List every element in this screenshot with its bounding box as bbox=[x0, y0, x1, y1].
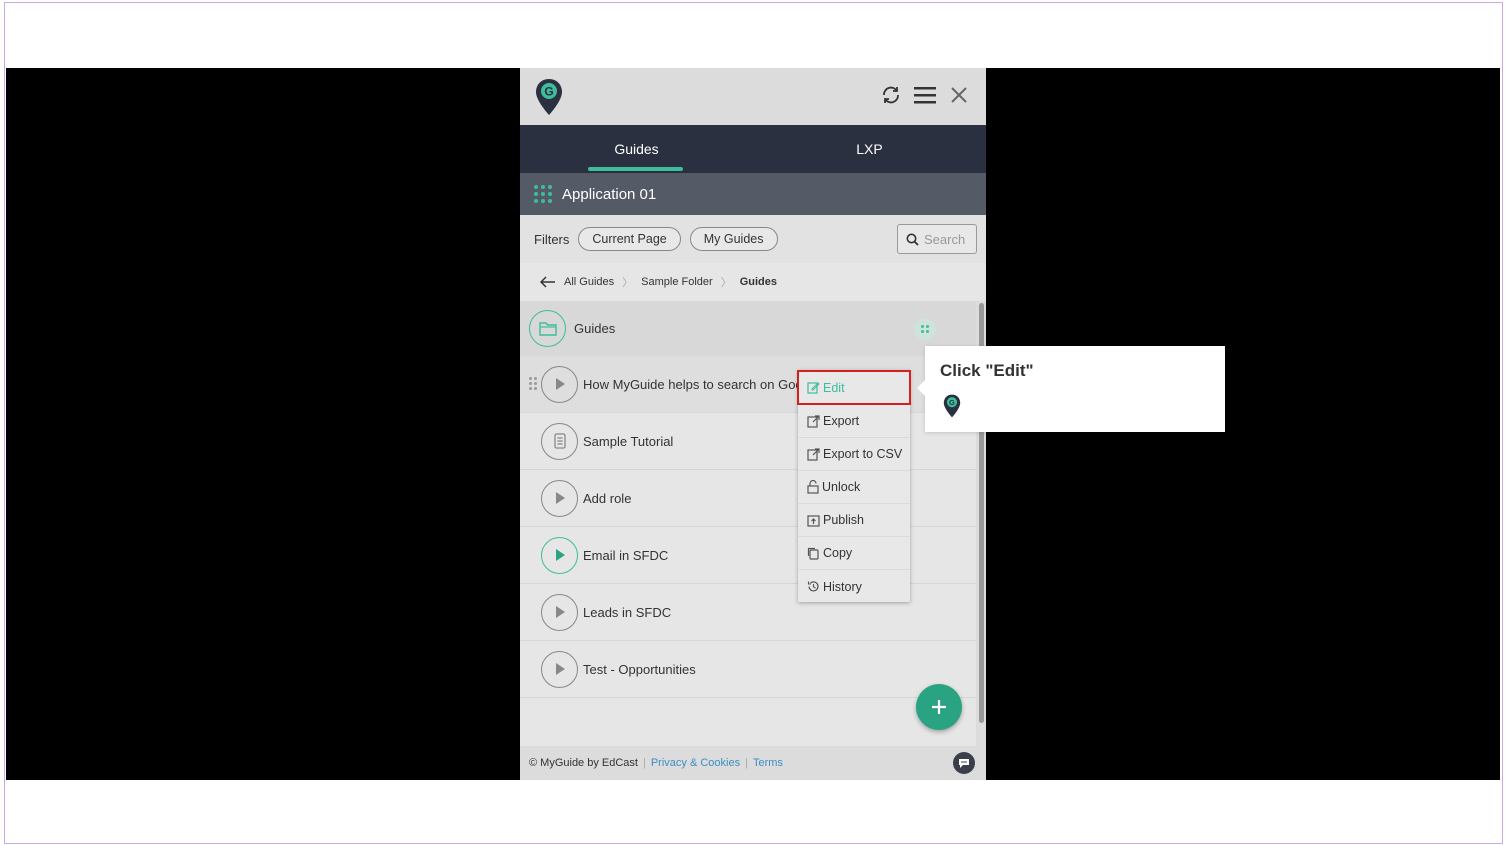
search-input[interactable]: Search bbox=[897, 224, 977, 254]
tooltip-text: Click "Edit" bbox=[940, 361, 1034, 380]
footer-divider: | bbox=[745, 757, 748, 769]
plus-icon bbox=[932, 700, 946, 714]
chevron-right-icon: 〉 bbox=[720, 277, 732, 289]
filter-my-guides[interactable]: My Guides bbox=[689, 227, 778, 251]
hamburger-menu-icon[interactable] bbox=[912, 82, 938, 108]
terms-link[interactable]: Terms bbox=[753, 757, 783, 769]
close-icon[interactable] bbox=[946, 82, 972, 108]
menu-unlock[interactable]: Unlock bbox=[798, 471, 910, 504]
menu-copy[interactable]: Copy bbox=[798, 537, 910, 570]
guide-title: Email in SFDC bbox=[583, 547, 669, 563]
guide-title: Add role bbox=[583, 490, 632, 506]
menu-export-csv[interactable]: Export to CSV bbox=[798, 438, 910, 471]
filters-bar: Filters Current Page My Guides Search bbox=[520, 215, 986, 263]
export-icon bbox=[807, 414, 820, 428]
search-placeholder: Search bbox=[924, 231, 966, 247]
menu-export-csv-label: Export to CSV bbox=[823, 447, 903, 461]
guide-title: How MyGuide helps to search on Googl bbox=[583, 376, 798, 392]
copy-icon bbox=[807, 547, 819, 560]
guidance-tooltip: Click "Edit" G bbox=[917, 346, 1225, 432]
tab-guides[interactable]: Guides bbox=[520, 125, 753, 173]
application-selector[interactable]: Application 01 bbox=[520, 173, 986, 215]
folder-options-icon[interactable] bbox=[914, 318, 936, 340]
menu-edit[interactable]: Edit bbox=[797, 370, 911, 405]
svg-text:G: G bbox=[544, 85, 553, 99]
play-icon[interactable] bbox=[541, 479, 578, 517]
unlock-icon bbox=[807, 480, 819, 494]
chevron-right-icon: 〉 bbox=[622, 277, 634, 289]
play-icon[interactable] bbox=[541, 650, 578, 688]
edit-icon bbox=[807, 382, 820, 394]
search-icon bbox=[906, 233, 919, 246]
back-arrow-icon[interactable] bbox=[540, 276, 556, 288]
play-icon[interactable] bbox=[541, 365, 578, 403]
folder-label: Guides bbox=[574, 321, 616, 336]
location-logo-icon: G bbox=[536, 79, 562, 115]
guide-title: Test - Opportunities bbox=[583, 661, 696, 677]
menu-edit-label: Edit bbox=[823, 380, 845, 395]
breadcrumb-sample-folder[interactable]: Sample Folder bbox=[641, 276, 713, 288]
guide-title: Leads in SFDC bbox=[583, 604, 672, 620]
menu-export[interactable]: Export bbox=[798, 405, 910, 438]
tutorial-icon[interactable] bbox=[541, 422, 578, 460]
guide-title: Sample Tutorial bbox=[583, 433, 674, 449]
location-logo-icon: G bbox=[943, 394, 961, 418]
drag-handle-icon[interactable] bbox=[529, 377, 537, 390]
menu-unlock-label: Unlock bbox=[822, 480, 861, 494]
menu-export-label: Export bbox=[823, 414, 860, 428]
panel-header: G bbox=[520, 68, 986, 125]
panel-footer: © MyGuide by EdCast | Privacy & Cookies … bbox=[520, 746, 986, 780]
filters-label: Filters bbox=[534, 231, 570, 247]
breadcrumb: All Guides 〉 Sample Folder 〉 Guides bbox=[520, 263, 986, 301]
play-icon-green[interactable] bbox=[541, 536, 578, 574]
myguide-panel: G Guides LXP Application 01 Filters Curr… bbox=[520, 68, 986, 780]
menu-copy-label: Copy bbox=[823, 546, 853, 560]
menu-history[interactable]: History bbox=[798, 570, 910, 603]
tab-lxp[interactable]: LXP bbox=[753, 125, 986, 173]
breadcrumb-all-guides[interactable]: All Guides bbox=[564, 276, 614, 288]
folder-row[interactable]: Guides bbox=[520, 301, 976, 356]
application-label: Application 01 bbox=[562, 185, 657, 203]
publish-icon bbox=[807, 514, 820, 527]
refresh-icon[interactable] bbox=[878, 82, 904, 108]
menu-history-label: History bbox=[823, 579, 862, 594]
history-icon bbox=[807, 581, 819, 592]
svg-text:G: G bbox=[949, 398, 955, 407]
copyright-text: © MyGuide by EdCast bbox=[529, 757, 638, 769]
filter-current-page[interactable]: Current Page bbox=[578, 227, 681, 251]
apps-grid-icon bbox=[534, 185, 552, 203]
menu-publish-label: Publish bbox=[823, 513, 864, 527]
play-icon[interactable] bbox=[541, 593, 578, 631]
export-csv-icon bbox=[807, 447, 820, 461]
guide-row[interactable]: Test - Opportunities bbox=[520, 641, 976, 698]
guide-context-menu: Edit Export Export to CSV Unlock Publish… bbox=[797, 370, 911, 603]
menu-publish[interactable]: Publish bbox=[798, 504, 910, 537]
add-guide-button[interactable] bbox=[916, 684, 962, 730]
footer-divider: | bbox=[642, 757, 646, 769]
chat-icon[interactable] bbox=[953, 752, 975, 774]
privacy-link[interactable]: Privacy & Cookies bbox=[651, 757, 740, 769]
breadcrumb-guides: Guides bbox=[739, 276, 777, 288]
tab-bar: Guides LXP bbox=[520, 125, 986, 173]
folder-icon bbox=[529, 310, 566, 347]
